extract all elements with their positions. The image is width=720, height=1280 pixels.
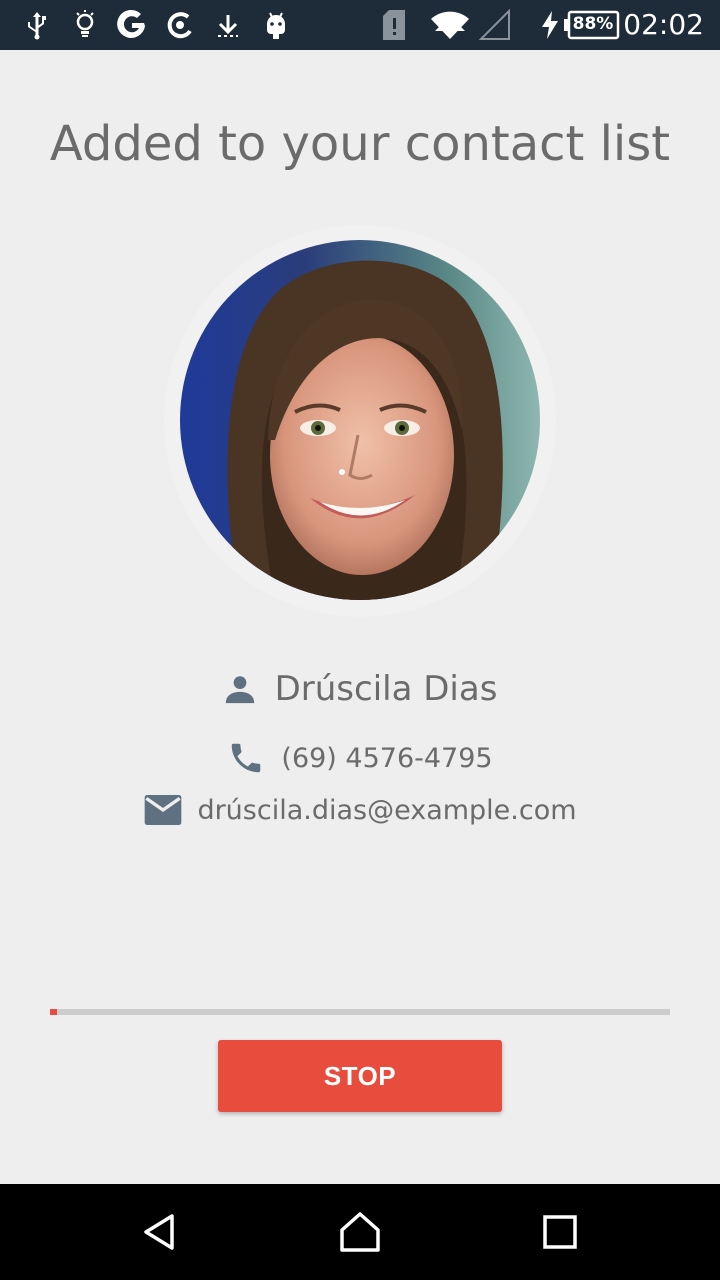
- google-icon: [112, 9, 152, 40]
- back-button[interactable]: [130, 1202, 190, 1262]
- recents-button[interactable]: [530, 1202, 590, 1262]
- phone-icon: [232, 743, 261, 773]
- back-icon: [144, 1214, 174, 1250]
- google-c-icon: [162, 10, 198, 40]
- battery-percent: 88%: [572, 14, 614, 34]
- contact-name-row: Drúscila Dias: [0, 662, 720, 716]
- wifi-icon: [428, 10, 472, 40]
- signal-empty-icon: [478, 9, 512, 40]
- home-icon: [340, 1212, 380, 1252]
- contact-email-row: drúscila.dias@example.com: [0, 788, 720, 832]
- clock: 02:02: [623, 8, 704, 41]
- contact-phone: (69) 4576-4795: [281, 742, 493, 774]
- contact-email: drúscila.dias@example.com: [197, 794, 577, 826]
- charging-bolt-icon: [538, 10, 562, 40]
- contact-name: Drúscila Dias: [274, 669, 498, 709]
- contact-phone-row: (69) 4576-4795: [0, 736, 720, 780]
- status-bar: 88% 02:02: [0, 0, 720, 50]
- android-icon: [260, 10, 292, 40]
- home-button[interactable]: [330, 1202, 390, 1262]
- progress-fill: [50, 1009, 58, 1015]
- page-title: Added to your contact list: [49, 116, 671, 172]
- recents-icon: [543, 1215, 577, 1249]
- sim-alert-icon: [378, 10, 410, 40]
- email-icon: [145, 795, 182, 825]
- lightbulb-icon: [70, 10, 100, 40]
- stop-button[interactable]: STOP: [218, 1040, 502, 1112]
- person-icon: [225, 676, 254, 704]
- navigation-bar: [0, 1184, 720, 1280]
- usb-icon: [22, 10, 52, 40]
- download-icon: [212, 10, 244, 40]
- contact-photo: [180, 240, 540, 600]
- progress-bar: [50, 1009, 670, 1015]
